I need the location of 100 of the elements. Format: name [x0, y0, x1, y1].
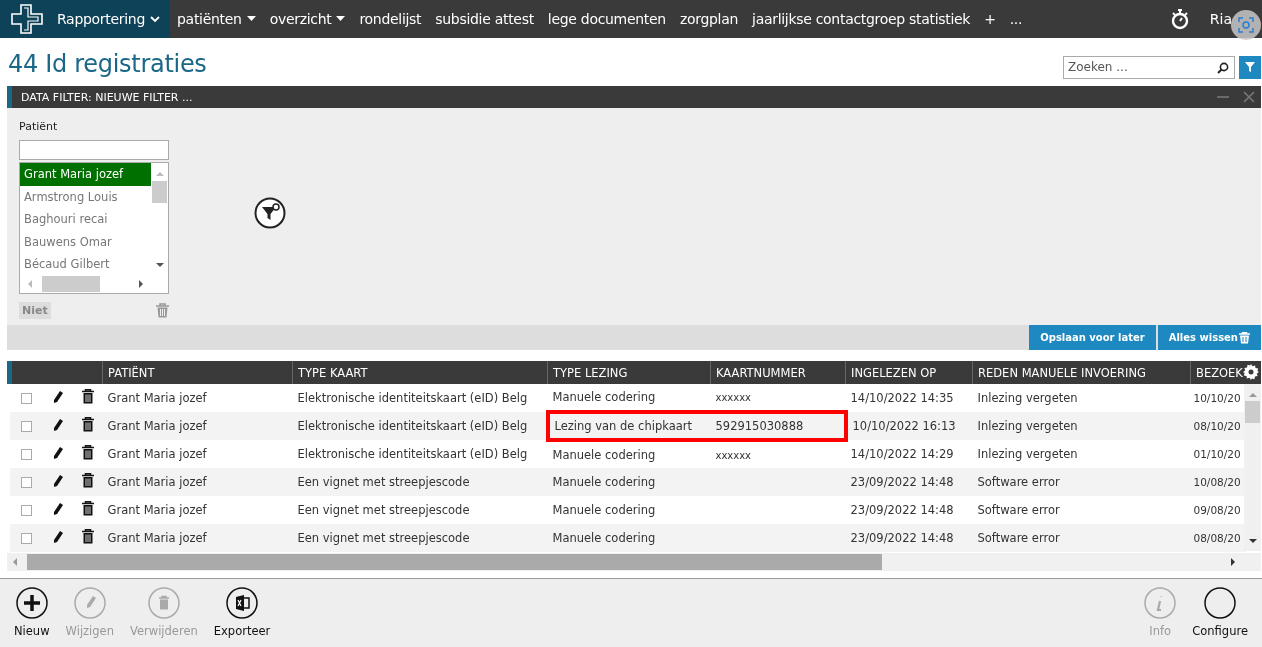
table-cell: 23/09/2022 14:48	[850, 531, 954, 545]
pencil-icon[interactable]	[51, 445, 64, 460]
scroll-right-icon[interactable]	[137, 279, 145, 289]
patient-list-item[interactable]: Bécaud Gilbert	[20, 253, 151, 275]
table-cell: Grant Maria jozef	[107, 475, 207, 489]
trash-icon[interactable]	[81, 501, 94, 516]
pencil-icon[interactable]	[51, 473, 64, 488]
scroll-down-icon[interactable]	[154, 261, 165, 269]
row-checkbox[interactable]	[20, 477, 32, 488]
table-cell: 10/10/2022 16:13	[852, 419, 956, 433]
nav-tab[interactable]: lege documenten	[540, 0, 673, 38]
table-cell: Software error	[977, 475, 1060, 489]
search-field[interactable]: Zoeken ...	[1063, 55, 1235, 79]
table-cell: 23/09/2022 14:48	[850, 475, 954, 489]
patient-list-item[interactable]: Armstrong Louis	[20, 185, 151, 208]
cross-logo-icon[interactable]	[0, 0, 50, 38]
column-header[interactable]: TYPE LEZING	[547, 361, 711, 384]
trash-icon[interactable]	[81, 389, 94, 404]
table-row[interactable]: Grant Maria jozef Elektronische identiteitskaart (eID) Belg Manuele codering xxxxxx 14/10/2022 14:29 Inlezing vergeten 01/10/20	[9, 440, 1246, 468]
nav-tab[interactable]: rondelijst	[352, 0, 429, 38]
nav-tab[interactable]: subsidie attest	[428, 0, 541, 38]
scroll-thumb[interactable]	[27, 554, 882, 570]
row-checkbox[interactable]	[20, 533, 32, 544]
panel-button[interactable]: Alles wissen	[1157, 325, 1261, 350]
column-header[interactable]: PATIËNT	[102, 361, 293, 384]
nav-tab[interactable]: overzicht	[262, 0, 353, 38]
scroll-down-icon[interactable]	[1247, 537, 1258, 545]
scroll-up-icon[interactable]	[1247, 390, 1258, 398]
table-cell: Manuele codering	[552, 390, 656, 404]
row-checkbox[interactable]	[20, 449, 32, 460]
table-cell: 10/10/20	[1193, 392, 1241, 404]
table-cell: Manuele codering	[552, 448, 656, 462]
table-cell: 23/09/2022 14:48	[850, 503, 954, 517]
column-header[interactable]: BEZOEK	[1190, 361, 1246, 384]
toolbar-button[interactable]: Configure	[1188, 579, 1252, 647]
table-row[interactable]: Grant Maria jozef Elektronische identiteitskaart (eID) Belg Manuele codering xxxxxx 14/10/2022 14:35 Inlezing vergeten 10/10/20	[9, 384, 1246, 412]
scroll-thumb[interactable]	[42, 276, 100, 292]
scroll-left-icon[interactable]	[11, 557, 19, 567]
table-row[interactable]: Grant Maria jozef Een vignet met streepjescode Manuele codering 23/09/2022 14:48 Software error 09/08/20	[9, 496, 1246, 524]
table-cell: 08/08/20	[1193, 532, 1241, 544]
trash-icon[interactable]	[81, 529, 94, 544]
pencil-icon[interactable]	[51, 389, 64, 404]
row-checkbox[interactable]	[20, 505, 32, 516]
nav-tab[interactable]: Rapportering	[50, 0, 170, 38]
vertical-scrollbar[interactable]	[1244, 384, 1261, 551]
spreadsheet-icon	[226, 587, 259, 619]
table-cell: Een vignet met streepjescode	[297, 503, 470, 517]
column-header[interactable]: KAARTNUMMER	[710, 361, 846, 384]
nav-tab[interactable]: ...	[1002, 0, 1030, 38]
nav-tab[interactable]: jaarlijkse contactgroep statistiek	[745, 0, 978, 38]
table-cell: 14/10/2022 14:29	[850, 447, 954, 461]
filter-button[interactable]	[1239, 55, 1261, 79]
panel-button[interactable]: Opslaan voor later	[1029, 325, 1156, 350]
toolbar-button[interactable]: Exporteer	[209, 579, 275, 647]
user-name[interactable]: Ria	[1209, 11, 1232, 27]
trash-icon[interactable]	[81, 445, 94, 460]
trash-icon[interactable]	[81, 417, 94, 432]
nav-tab[interactable]: +	[977, 0, 1003, 38]
chevron-icon	[150, 15, 160, 23]
pencil-icon[interactable]	[51, 501, 64, 516]
scroll-right-icon[interactable]	[1229, 557, 1237, 567]
caret-icon	[246, 16, 256, 22]
column-header[interactable]: REDEN MANUELE INVOERING	[972, 361, 1191, 384]
table-cell: 08/10/20	[1193, 420, 1241, 432]
table-cell: Een vignet met streepjescode	[297, 531, 470, 545]
table-cell: 592915030888	[715, 419, 804, 433]
trash-icon[interactable]	[81, 473, 94, 488]
input-field[interactable]	[19, 140, 169, 160]
patient-list-item[interactable]: Grant Maria jozef	[20, 163, 151, 186]
patient-list-item[interactable]: Baghouri recai	[20, 208, 151, 231]
add-filter-icon[interactable]	[254, 197, 286, 229]
horizontal-scrollbar[interactable]	[7, 553, 1261, 571]
field-label: Patiënt	[19, 120, 59, 133]
table-cell: Inlezing vergeten	[977, 391, 1078, 405]
row-checkbox[interactable]	[20, 393, 32, 404]
table-cell: Grant Maria jozef	[107, 503, 207, 517]
table-row[interactable]: Grant Maria jozef Een vignet met streepjescode Manuele codering 23/09/2022 14:48 Software error 10/08/20	[9, 468, 1246, 496]
screen-capture-icon[interactable]	[1231, 10, 1261, 40]
info-icon	[1144, 587, 1177, 619]
table-cell: Manuele codering	[552, 475, 656, 489]
settings-icon[interactable]	[1243, 364, 1259, 380]
nav-tab[interactable]: patiënten	[170, 0, 263, 38]
pencil-icon[interactable]	[51, 417, 64, 432]
table-cell: Elektronische identiteitskaart (eID) Belg	[297, 391, 528, 405]
close-icon[interactable]	[1243, 91, 1255, 103]
row-checkbox[interactable]	[20, 421, 32, 432]
scroll-thumb[interactable]	[152, 181, 167, 203]
table-cell: Grant Maria jozef	[107, 531, 207, 545]
nav-tab[interactable]: zorgplan	[672, 0, 746, 38]
stopwatch-icon[interactable]	[1169, 8, 1190, 30]
patient-list-item[interactable]: Bauwens Omar	[20, 230, 151, 253]
column-header[interactable]: TYPE KAART	[292, 361, 548, 384]
table-row[interactable]: Grant Maria jozef Elektronische identiteitskaart (eID) Belg Lezing van de chipkaart 592915030888 10/10/2022 16:13 Inlezing vergeten 08/10/20	[9, 412, 1246, 440]
table-cell: Elektronische identiteitskaart (eID) Belg	[297, 419, 528, 433]
scroll-thumb[interactable]	[1245, 401, 1260, 423]
table-cell: Manuele codering	[552, 531, 656, 545]
column-header[interactable]: INGELEZEN OP	[845, 361, 973, 384]
table-row[interactable]: Grant Maria jozef Een vignet met streepjescode Manuele codering 23/09/2022 14:48 Software error 08/08/20	[9, 524, 1246, 552]
pencil-icon[interactable]	[51, 529, 64, 544]
toolbar-button[interactable]: Nieuw	[10, 579, 54, 647]
